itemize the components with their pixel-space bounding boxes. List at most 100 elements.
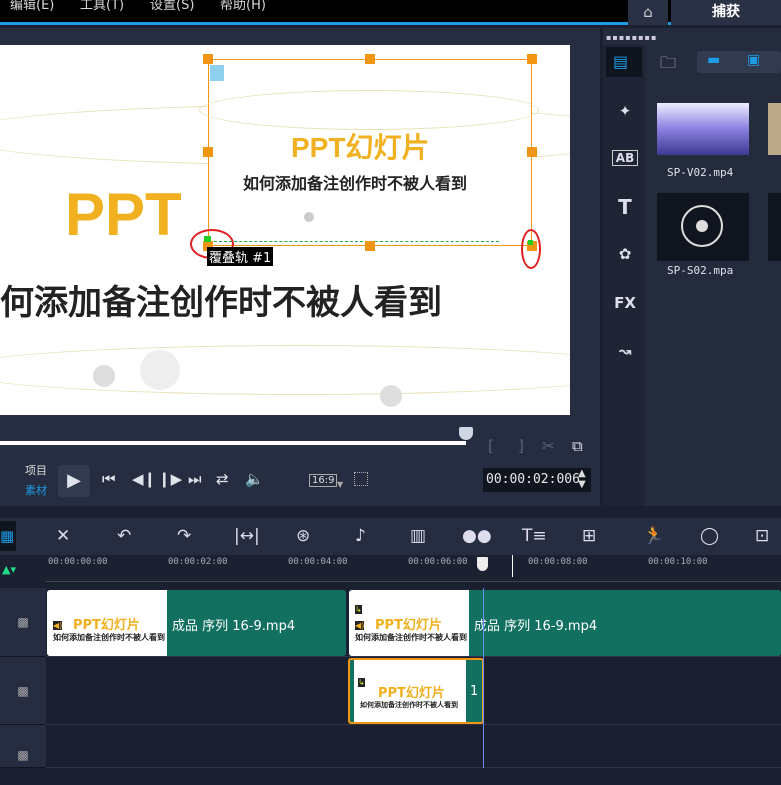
auto-music-icon[interactable]: ▥ [410,526,426,546]
mark-out-icon[interactable]: ] [518,437,524,455]
menu-help[interactable]: 帮助(H) [220,0,266,13]
media-filename: SP-S02.mpa [667,264,734,277]
chevron-down-icon[interactable]: ▼ [337,480,343,489]
home-icon[interactable]: ⌂ [628,0,668,25]
timecode-display[interactable]: 00:00:02:006 [483,468,591,492]
resize-handle[interactable] [203,147,213,157]
video-track-header[interactable]: ▩ [0,588,46,657]
clip-mode-label[interactable]: 素材 [25,482,47,498]
fit-project-icon[interactable]: |↔| [234,526,260,546]
pan-zoom-icon[interactable]: ⊡ [755,526,769,546]
subtitle-editor-icon[interactable]: T≡ [522,526,547,546]
enlarge-preview-icon[interactable]: ⧉ [572,437,583,455]
media-icon: ▤ [613,52,629,71]
video-clip[interactable]: ◀) PPT幻灯片 如何添加备注创作时不被人看到 成品 序列 16-9.mp4 [47,590,346,656]
project-mode-label[interactable]: 项目 [25,462,47,478]
show-videos-icon[interactable]: ▬ [707,52,720,68]
overlay-track-label: 覆叠轨 #1 [207,247,274,266]
mark-in-icon[interactable]: [ [488,437,494,455]
clip-thumb-title: PPT幻灯片 [378,686,445,701]
current-time-line [512,555,513,577]
timecode-stepper[interactable]: ▲ ▼ [578,468,586,490]
disc-music-icon [681,205,723,247]
time-remapping-icon[interactable]: 🏃 [643,526,664,546]
capture-tab[interactable]: 捕获 [671,0,781,25]
resize-handle[interactable] [365,241,375,251]
audio-icon: ◀) [355,621,365,630]
clip-name: 成品 序列 16-9.mp4 [474,619,598,634]
next-frame-icon[interactable]: ❙▶ [158,470,182,488]
ruler-tick-label: 00:00:04:00 [288,557,348,567]
ruler-tick-label: 00:00:08:00 [528,557,588,567]
overlay-clip-frame[interactable]: PPT幻灯片 如何添加备注创作时不被人看到 [199,59,539,246]
menu-edit[interactable]: 编辑(E) [10,0,54,13]
track-manager-icon: ▲▾ [2,563,16,576]
title-icon[interactable]: T [612,195,638,219]
menu-settings[interactable]: 设置(S) [150,0,194,13]
media-filter-bar: ▬ ▣ [697,51,781,73]
clip-thumb-subtitle: 如何添加备注创作时不被人看到 [53,633,165,642]
overlay-title: PPT幻灯片 [291,132,430,163]
track-manager[interactable]: ▲▾ [0,555,46,582]
graphics-icon[interactable]: ✿ [612,245,638,263]
overlay-subtitle: 如何添加备注创作时不被人看到 [243,174,468,193]
media-thumbnail[interactable] [657,103,749,155]
play-button[interactable]: ▶ [58,465,90,497]
storyboard-view-icon[interactable]: ▦ [0,521,16,551]
redo-icon[interactable]: ↷ [177,526,191,546]
resize-handle[interactable] [365,54,375,64]
sound-mixer-icon[interactable]: ♪ [355,526,366,546]
overlay-track-header[interactable]: ▩ [0,657,46,725]
undo-icon[interactable]: ↶ [117,526,131,546]
media-filename: SP-V02.mp4 [667,166,734,179]
preview-big-subtitle: 何添加备注创作时不被人看到 [0,283,442,323]
tools-icon[interactable]: ✕ [56,526,70,546]
resize-handle[interactable] [527,147,537,157]
timeline-playhead-line [483,588,484,768]
show-photos-icon[interactable]: ▣ [747,52,760,68]
playhead-marker[interactable] [477,557,488,571]
resize-handle[interactable] [527,54,537,64]
add-folder-icon[interactable]: 🗀 [660,52,676,79]
highlight-circle [521,229,541,269]
video-clip[interactable]: ↳ ◀) PPT幻灯片 如何添加备注创作时不被人看到 成品 序列 16-9.mp… [349,590,781,656]
multi-camera-icon[interactable]: ⊞ [582,526,596,546]
clip-name: 成品 序列 16-9.mp4 [172,619,296,634]
overlay-clip-selected[interactable]: ↳ PPT幻灯片 如何添加备注创作时不被人看到 1 [348,658,484,724]
mask-creator-icon[interactable]: ◯ [700,526,719,546]
media-tab[interactable]: ▤ [606,47,642,77]
motion-icon: ↳ [355,605,362,614]
ruler-tick-label: 00:00:10:00 [648,557,708,567]
track[interactable] [46,725,781,768]
end-icon[interactable]: ⏭ [188,470,202,488]
scissors-icon[interactable]: ✂ [542,437,555,455]
resize-handle[interactable] [203,54,213,64]
menu-tools[interactable]: 工具(T) [80,0,124,13]
audio-thumbnail[interactable] [657,193,749,261]
audio-icon: ◀) [53,621,63,630]
path-icon[interactable]: ↝ [612,342,638,360]
instant-project-icon[interactable]: ✦ [612,102,638,120]
clip-thumb-subtitle: 如何添加备注创作时不被人看到 [360,701,458,709]
clip-thumb-title: PPT幻灯片 [73,618,140,633]
clip-thumb-subtitle: 如何添加备注创作时不被人看到 [355,633,467,642]
volume-icon[interactable]: 🔈 [245,470,264,488]
filter-icon[interactable]: FX [612,294,638,312]
ruler-tick-label: 00:00:00:00 [48,557,108,567]
scrub-bar[interactable] [0,441,466,445]
repeat-icon[interactable]: ⇄ [216,470,229,488]
clip-thumb-title: PPT幻灯片 [375,618,442,633]
transition-icon[interactable]: AB [612,150,638,166]
aspect-ratio-button[interactable]: 16:9 [309,474,338,487]
preview-big-title: PPT [65,181,182,248]
track-header[interactable]: ▩ [0,725,46,768]
previous-frame-icon[interactable]: ◀❙ [132,470,156,488]
media-thumbnail[interactable] [768,193,781,261]
motion-tracking-icon[interactable]: ●● [462,526,492,546]
home-start-icon[interactable]: ⏮ [102,470,116,488]
motion-icon: ↳ [358,678,365,687]
drag-grip[interactable]: ▪▪▪▪▪▪▪▪ [606,33,657,42]
media-thumbnail[interactable] [768,103,781,155]
crop-mode-icon[interactable] [354,472,368,486]
record-capture-icon[interactable]: ⊛ [296,526,310,546]
